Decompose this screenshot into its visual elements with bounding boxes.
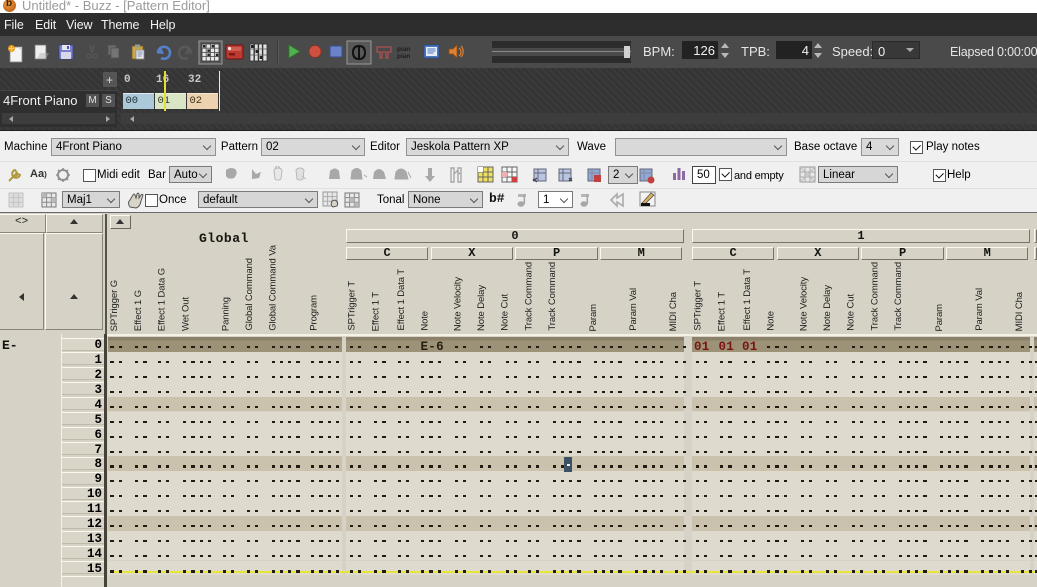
svg-text:pian: pian (397, 53, 410, 60)
svg-text:pian: pian (397, 46, 410, 53)
